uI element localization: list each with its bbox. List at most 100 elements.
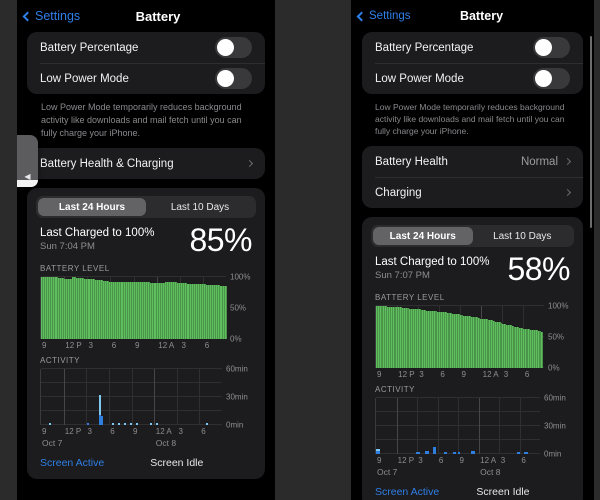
y-axis-tick-label: 100%	[548, 301, 569, 311]
y-axis-tick-label: 0min	[226, 420, 244, 430]
right-usage-card: Last 24 Hours Last 10 Days Last Charged …	[362, 217, 583, 500]
y-axis-tick-label: 30min	[226, 392, 248, 402]
right-back-label: Settings	[369, 10, 411, 22]
x-axis-tick-label: 3	[181, 340, 186, 350]
right-battery-health-card: Battery Health Normal Charging	[362, 146, 583, 209]
right-panel-scrollbar[interactable]	[589, 36, 592, 228]
x-axis-tick-label: 9	[42, 340, 47, 350]
left-battery-level-chart: BATTERY LEVEL 0% 50% 100% 9 12 P 3 6 9 12 A 3 6	[36, 264, 256, 352]
right-charging-label: Charging	[375, 186, 422, 199]
y-axis-tick-label: 60min	[544, 393, 566, 403]
left-activity-chart: ACTIVITY 0min 30min 60min 9 12 P 3 6 9 12 A 3 6 O…	[36, 356, 256, 451]
right-battery-percentage-toggle[interactable]	[533, 37, 570, 58]
right-last-charged-time: Sun 7:07 PM	[375, 270, 430, 282]
x-axis-tick-label: 9	[459, 455, 464, 465]
left-activity-x-axis: 9 12 P 3 6 9 12 A 3 6	[40, 425, 222, 438]
y-axis-tick-label: 0%	[230, 334, 242, 344]
x-axis-tick-label: 3	[87, 426, 92, 436]
chevron-left-icon	[356, 11, 367, 21]
right-legend-screen-active[interactable]: Screen Active	[375, 486, 476, 498]
x-axis-tick-label: 3	[88, 340, 93, 350]
toggle-knob	[217, 39, 234, 56]
x-axis-tick-label: 12 A	[480, 455, 497, 465]
right-low-power-mode-toggle[interactable]	[533, 68, 570, 89]
left-battery-level-x-axis: 9 12 P 3 6 9 12 A 3 6	[40, 339, 226, 352]
left-seg-last-10-days[interactable]: Last 10 Days	[146, 198, 254, 216]
right-battery-level-y-axis: 0% 50% 100%	[544, 301, 574, 372]
right-battery-level-plot	[375, 304, 544, 368]
left-legend-screen-idle[interactable]: Screen Idle	[150, 457, 203, 469]
x-axis-tick-label: 6	[440, 369, 445, 379]
left-phone-panel: Settings Battery Battery Percentage Low …	[17, 0, 275, 500]
x-axis-tick-label: 12 P	[397, 455, 415, 465]
x-axis-tick-label: 3	[418, 455, 423, 465]
right-battery-health-value: Normal	[520, 155, 558, 168]
x-axis-tick-label: 12 P	[65, 340, 82, 350]
left-activity-heading: ACTIVITY	[40, 355, 81, 365]
y-axis-tick-label: 50%	[230, 303, 247, 313]
right-row-charging[interactable]: Charging	[362, 177, 583, 208]
right-seg-last-10-days[interactable]: Last 10 Days	[473, 227, 573, 245]
x-axis-tick-label: 9	[133, 426, 138, 436]
x-axis-tick-label: 6	[521, 455, 526, 465]
right-last-charged-block: Last Charged to 100% Sun 7:07 PM 58%	[371, 247, 574, 288]
y-axis-tick-label: 60min	[226, 364, 248, 374]
right-row-battery-percentage[interactable]: Battery Percentage	[362, 32, 583, 63]
right-row-battery-health[interactable]: Battery Health Normal	[362, 146, 583, 177]
left-last-charged-time: Sun 7:04 PM	[40, 241, 95, 253]
right-activity-day-labels: Oct 7 Oct 8	[375, 467, 540, 480]
activity-day-label: Oct 8	[480, 466, 501, 477]
battery-level-bars	[376, 305, 544, 368]
left-battery-percentage-toggle[interactable]	[215, 37, 252, 58]
chevron-right-icon	[563, 158, 572, 166]
left-content-column: Battery Percentage Low Power Mode Low Po…	[17, 32, 275, 479]
left-activity-legend: Screen Active Screen Idle	[36, 451, 256, 469]
right-content-column: Battery Percentage Low Power Mode Low Po…	[351, 32, 594, 500]
x-axis-tick-label: 6	[438, 455, 444, 465]
left-range-segmented-control[interactable]: Last 24 Hours Last 10 Days	[36, 196, 256, 219]
screenshot-stage: Settings Battery Battery Percentage Low …	[0, 0, 600, 500]
right-back-to-settings-button[interactable]: Settings	[351, 10, 411, 22]
left-seg-last-24-hours[interactable]: Last 24 Hours	[38, 198, 146, 217]
x-axis-tick-label: 12 A	[158, 340, 175, 350]
right-seg-last-24-hours[interactable]: Last 24 Hours	[373, 227, 473, 246]
left-activity-day-labels: Oct 7 Oct 8	[40, 438, 222, 451]
left-low-power-footnote: Low Power Mode temporarily reduces backg…	[41, 102, 242, 138]
left-row-low-power-mode[interactable]: Low Power Mode	[27, 63, 265, 94]
left-battery-percentage-label: Battery Percentage	[40, 41, 139, 54]
left-navigation-bar: Settings Battery	[17, 0, 275, 32]
left-low-power-mode-label: Low Power Mode	[40, 72, 129, 85]
left-back-to-settings-button[interactable]: Settings	[17, 9, 80, 23]
right-battery-percentage-label: Battery Percentage	[375, 41, 474, 54]
y-axis-tick-label: 30min	[544, 421, 566, 431]
x-axis-tick-label: 6	[201, 426, 206, 436]
toggle-knob	[535, 70, 552, 87]
x-axis-tick-label: 9	[377, 455, 382, 465]
left-battery-health-card: Battery Health & Charging	[27, 148, 265, 180]
right-navigation-bar: Settings Battery	[351, 0, 594, 32]
right-current-battery-percent: 58%	[507, 251, 570, 288]
right-range-segmented-control[interactable]: Last 24 Hours Last 10 Days	[371, 225, 574, 248]
y-axis-tick-label: 0min	[544, 449, 562, 459]
volume-hud-overlay[interactable]: ◀	[17, 135, 38, 187]
x-axis-tick-label: 9	[42, 426, 47, 436]
right-activity-legend: Screen Active Screen Idle	[371, 480, 574, 498]
left-toggle-card: Battery Percentage Low Power Mode	[27, 32, 265, 94]
speaker-icon: ◀	[24, 172, 31, 181]
left-row-battery-health-charging[interactable]: Battery Health & Charging	[27, 148, 265, 179]
activity-bars	[376, 398, 540, 454]
x-axis-tick-label: 6	[204, 340, 210, 350]
right-battery-level-chart: BATTERY LEVEL 0% 50% 100% 9 12 P 3 6 9 12 A 3 6	[371, 293, 574, 381]
left-last-charged-title: Last Charged to 100%	[40, 227, 155, 240]
left-low-power-mode-toggle[interactable]	[215, 68, 252, 89]
activity-day-label: Oct 8	[155, 437, 177, 448]
right-activity-chart: ACTIVITY 0min 30min 60min 9 12 P 3 6 9 12 A36 O…	[371, 385, 574, 480]
right-row-low-power-mode[interactable]: Low Power Mode	[362, 63, 583, 94]
right-phone-panel: Settings Battery Battery Percentage Low …	[351, 0, 594, 500]
left-row-battery-percentage[interactable]: Battery Percentage	[27, 32, 265, 63]
x-axis-tick-label: 12 A	[482, 369, 499, 379]
right-legend-screen-idle[interactable]: Screen Idle	[476, 486, 529, 498]
x-axis-tick-label: 12 P	[64, 426, 82, 436]
left-legend-screen-active[interactable]: Screen Active	[40, 457, 150, 469]
x-axis-tick-label: 3	[503, 369, 509, 379]
